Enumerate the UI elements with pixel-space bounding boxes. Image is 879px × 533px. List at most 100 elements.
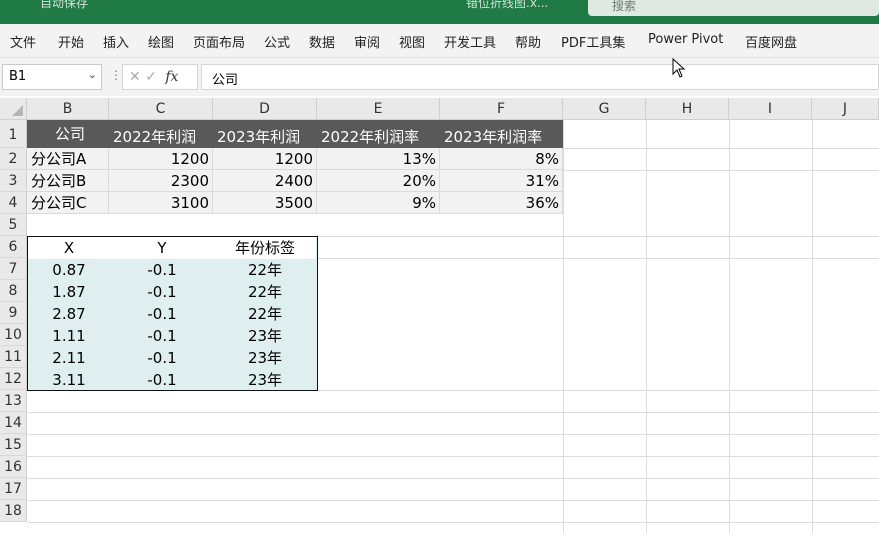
column-header-d[interactable]: D xyxy=(213,98,317,120)
ribbon-tabs: 文件 开始 插入 绘图 页面布局 公式 数据 审阅 视图 开发工具 帮助 PDF… xyxy=(0,24,879,58)
table1-cell[interactable]: 36% xyxy=(440,192,563,214)
autosave-label[interactable]: 自动保存 xyxy=(40,0,88,11)
cancel-icon[interactable]: ✕ xyxy=(129,69,141,85)
worksheet-grid[interactable]: B C D E F G H I J 1 2 3 4 5 6 7 8 9 10 1… xyxy=(0,98,879,533)
row-header-16[interactable]: 16 xyxy=(0,456,27,478)
table2-cell[interactable]: 22年 xyxy=(214,259,316,281)
row-header-8[interactable]: 8 xyxy=(0,280,27,302)
insert-function-icon[interactable]: fx xyxy=(165,69,178,85)
table1-header-cell[interactable]: 2023年利润 xyxy=(213,120,317,148)
table2-header-cell[interactable]: Y xyxy=(110,237,214,259)
tab-draw[interactable]: 绘图 xyxy=(148,32,174,51)
table2-cell[interactable]: 23年 xyxy=(214,369,316,391)
search-box[interactable]: 搜索 xyxy=(588,0,879,16)
table1-cell[interactable]: 13% xyxy=(317,148,440,170)
select-all-corner[interactable] xyxy=(0,98,27,120)
table2-cell[interactable]: -0.1 xyxy=(110,325,214,347)
column-header-e[interactable]: E xyxy=(317,98,440,120)
table1-cell[interactable]: 9% xyxy=(317,192,440,214)
table2-cell[interactable]: -0.1 xyxy=(110,303,214,325)
tab-home[interactable]: 开始 xyxy=(58,32,84,51)
table1-header-cell[interactable]: 2022年利润率 xyxy=(317,120,440,148)
tab-formulas[interactable]: 公式 xyxy=(264,32,290,51)
name-box-value: B1 xyxy=(9,69,27,84)
row-header-13[interactable]: 13 xyxy=(0,390,27,412)
gridline xyxy=(27,456,879,457)
table2-cell[interactable]: -0.1 xyxy=(110,347,214,369)
table2-cell[interactable]: 2.11 xyxy=(28,347,110,369)
row-header-3[interactable]: 3 xyxy=(0,170,27,192)
column-header-i[interactable]: I xyxy=(729,98,812,120)
table1-cell[interactable]: 2300 xyxy=(109,170,213,192)
tab-baidu-netdisk[interactable]: 百度网盘 xyxy=(745,32,797,51)
column-header-j[interactable]: J xyxy=(812,98,879,120)
table1-cell[interactable]: 1200 xyxy=(109,148,213,170)
table1-cell[interactable]: 8% xyxy=(440,148,563,170)
column-header-f[interactable]: F xyxy=(440,98,563,120)
table1-cell[interactable]: 31% xyxy=(440,170,563,192)
table1-cell[interactable]: 分公司C xyxy=(27,192,109,214)
row-header-1[interactable]: 1 xyxy=(0,120,27,148)
row-header-11[interactable]: 11 xyxy=(0,346,27,368)
table2-cell[interactable]: 23年 xyxy=(214,347,316,369)
table1-header-cell[interactable]: 公司 xyxy=(27,120,109,148)
tab-data[interactable]: 数据 xyxy=(309,32,335,51)
row-header-5[interactable]: 5 xyxy=(0,214,27,236)
table2-cell[interactable]: 3.11 xyxy=(28,369,110,391)
table1-cell[interactable]: 分公司A xyxy=(27,148,109,170)
table2-cell[interactable]: 22年 xyxy=(214,303,316,325)
tab-pdf-tools[interactable]: PDF工具集 xyxy=(561,32,625,51)
confirm-icon[interactable]: ✓ xyxy=(145,69,157,85)
tab-file[interactable]: 文件 xyxy=(10,32,36,51)
table2-cell[interactable]: 0.87 xyxy=(28,259,110,281)
table2-header-cell[interactable]: 年份标签 xyxy=(214,237,316,259)
table2-cell[interactable]: 1.11 xyxy=(28,325,110,347)
row-header-10[interactable]: 10 xyxy=(0,324,27,346)
row-header-12[interactable]: 12 xyxy=(0,368,27,390)
table2-cell[interactable]: 2.87 xyxy=(28,303,110,325)
gridline xyxy=(27,522,879,523)
gridline xyxy=(27,478,879,479)
label-data-table: X Y 年份标签 0.87 -0.1 22年 1.87 -0.1 22年 2.8… xyxy=(27,236,318,391)
formula-bar: B1 ⌄ ⋮ ✕ ✓ fx 公司 xyxy=(0,58,879,96)
row-header-4[interactable]: 4 xyxy=(0,192,27,214)
gridline xyxy=(27,412,879,413)
tab-power-pivot[interactable]: Power Pivot xyxy=(648,32,723,47)
row-header-7[interactable]: 7 xyxy=(0,258,27,280)
table1-cell[interactable]: 分公司B xyxy=(27,170,109,192)
table1-header-cell[interactable]: 2023年利润率 xyxy=(440,120,563,148)
table1-cell[interactable]: 1200 xyxy=(213,148,317,170)
chevron-down-icon[interactable]: ⌄ xyxy=(88,68,97,81)
column-header-c[interactable]: C xyxy=(109,98,213,120)
table1-cell[interactable]: 3500 xyxy=(213,192,317,214)
row-header-15[interactable]: 15 xyxy=(0,434,27,456)
table2-header-cell[interactable]: X xyxy=(28,237,110,259)
row-header-2[interactable]: 2 xyxy=(0,148,27,170)
row-header-17[interactable]: 17 xyxy=(0,478,27,500)
table2-cell[interactable]: 1.87 xyxy=(28,281,110,303)
table2-cell[interactable]: -0.1 xyxy=(110,281,214,303)
tab-insert[interactable]: 插入 xyxy=(103,32,129,51)
row-header-14[interactable]: 14 xyxy=(0,412,27,434)
tab-page-layout[interactable]: 页面布局 xyxy=(193,32,245,51)
tab-view[interactable]: 视图 xyxy=(399,32,425,51)
table1-header-cell[interactable]: 2022年利润 xyxy=(109,120,213,148)
table1-cell[interactable]: 20% xyxy=(317,170,440,192)
tab-review[interactable]: 审阅 xyxy=(354,32,380,51)
formula-input[interactable]: 公司 xyxy=(201,64,879,90)
table1-cell[interactable]: 2400 xyxy=(213,170,317,192)
column-header-h[interactable]: H xyxy=(646,98,729,120)
column-header-b[interactable]: B xyxy=(27,98,109,120)
tab-developer[interactable]: 开发工具 xyxy=(444,32,496,51)
tab-help[interactable]: 帮助 xyxy=(515,32,541,51)
row-header-18[interactable]: 18 xyxy=(0,500,27,522)
table1-cell[interactable]: 3100 xyxy=(109,192,213,214)
table2-cell[interactable]: 22年 xyxy=(214,281,316,303)
table2-cell[interactable]: 23年 xyxy=(214,325,316,347)
row-header-6[interactable]: 6 xyxy=(0,236,27,258)
column-header-g[interactable]: G xyxy=(563,98,646,120)
row-header-9[interactable]: 9 xyxy=(0,302,27,324)
table2-cell[interactable]: -0.1 xyxy=(110,369,214,391)
name-box[interactable]: B1 ⌄ xyxy=(2,64,102,90)
table2-cell[interactable]: -0.1 xyxy=(110,259,214,281)
